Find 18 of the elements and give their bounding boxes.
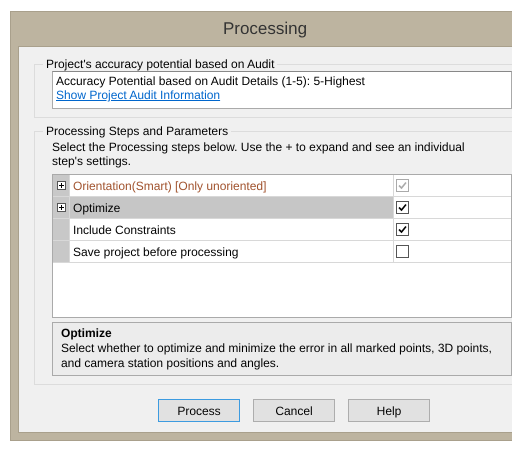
group-title: Project's accuracy potential based on Audit	[45, 57, 276, 71]
dialog-button[interactable]: Cancel	[253, 399, 335, 422]
group-title: Processing Steps and Parameters	[45, 124, 230, 138]
dialog-button[interactable]: Help	[348, 399, 430, 422]
step-label[interactable]: Include Constraints	[70, 219, 394, 240]
checkbox[interactable]	[396, 245, 409, 258]
expand-icon[interactable]	[56, 203, 66, 212]
checkbox[interactable]	[396, 223, 409, 236]
step-label[interactable]: Optimize	[70, 197, 394, 218]
step-label[interactable]: Save project before processing	[70, 241, 394, 262]
audit-text: Accuracy Potential based on Audit Details (1-5): 5-Highest	[56, 74, 365, 88]
description-text: Select whether to optimize and minimize the error in all marked points, 3D points, and camera station positions and angles.	[61, 341, 492, 370]
audit-link[interactable]: Show Project Audit Information	[56, 88, 220, 102]
checkbox[interactable]	[396, 201, 409, 214]
instructions-text: Select the Processing steps below. Use the + to expand and see an individual step's settings.	[52, 139, 466, 170]
description-title: Optimize	[61, 326, 113, 341]
window-title: Processing	[222, 19, 308, 39]
dialog-button[interactable]: Process	[158, 399, 240, 422]
